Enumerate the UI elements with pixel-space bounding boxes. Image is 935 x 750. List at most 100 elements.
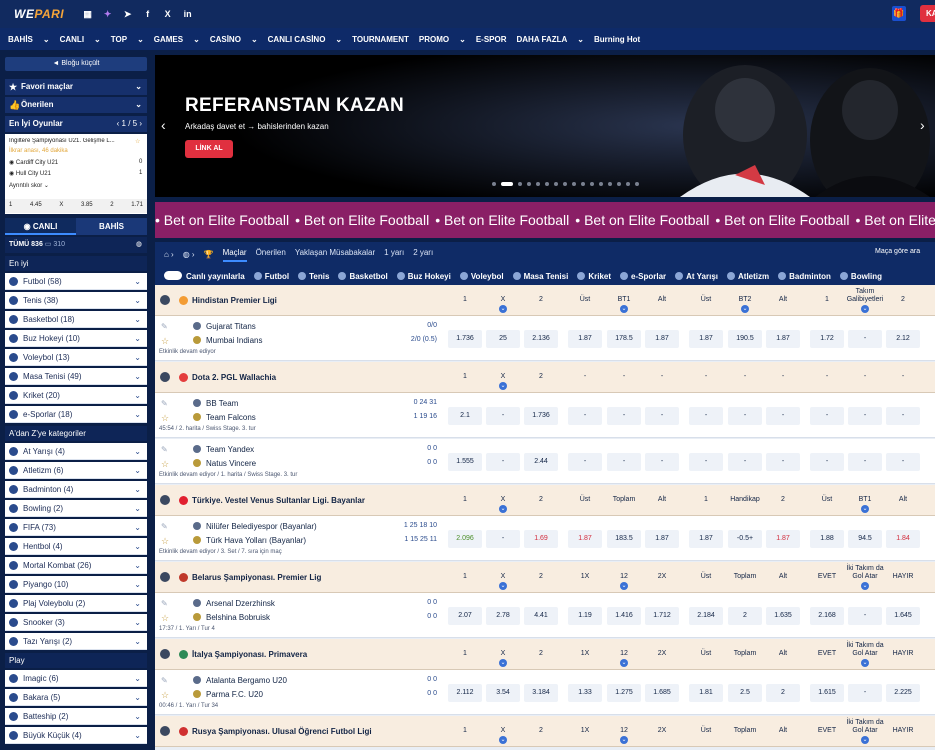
telegram-icon[interactable]: ➤ — [122, 9, 133, 20]
odd-button[interactable]: 1.84 — [886, 530, 920, 548]
pin-icon[interactable]: ✎ — [161, 676, 168, 685]
odd-button[interactable]: 1.87 — [568, 530, 602, 548]
collapse-block-button[interactable]: ◄ Bloğu küçült — [5, 57, 147, 71]
nav-item[interactable]: TOURNAMENT — [352, 35, 409, 44]
odd-button[interactable]: 1.33 — [568, 684, 602, 702]
banner-dot[interactable] — [599, 182, 603, 186]
league-header[interactable]: Türkiye. Vestel Venus Sultanlar Ligi. Ba… — [155, 485, 935, 516]
league-header[interactable]: Rusya Şampiyonası. Ulusal Öğrenci Futbol… — [155, 716, 935, 747]
odd-button[interactable]: - — [886, 407, 920, 425]
odd-button[interactable]: 1.736 — [448, 330, 482, 348]
nav-item[interactable]: CANLI CASİNO — [268, 35, 326, 44]
star-icon[interactable]: ☆ — [161, 336, 169, 347]
banner-dot[interactable] — [608, 182, 612, 186]
sport-item[interactable]: FIFA (73) ⌄ — [5, 519, 147, 536]
sort-search-input[interactable]: Maça göre ara — [875, 248, 920, 255]
register-button[interactable]: KAY — [920, 5, 935, 22]
star-icon[interactable]: ☆ — [161, 613, 169, 624]
event-row[interactable]: ✎ ☆ Team Yandex Natus Vincere 0 0 0 0 Etkinlik… — [155, 439, 935, 484]
odd-button[interactable]: - — [728, 453, 762, 471]
sport-item[interactable]: Bowling (2) ⌄ — [5, 500, 147, 517]
nav-item[interactable]: TOP — [111, 35, 127, 44]
odd-button[interactable]: 1.87 — [766, 330, 800, 348]
sport-item[interactable]: Piyango (10) ⌄ — [5, 576, 147, 593]
sport-item[interactable]: Plaj Voleybolu (2) ⌄ — [5, 595, 147, 612]
best-games-menu[interactable]: En İyi Oyunlar ‹ 1 / 5 › — [5, 116, 147, 132]
sport-item[interactable]: Büyük Küçük (4) ⌄ — [5, 727, 147, 744]
tab-bet[interactable]: BAHİS — [76, 218, 147, 235]
sport-filter[interactable]: Voleybol — [459, 271, 504, 281]
gift-icon[interactable]: 🎁 — [892, 6, 906, 21]
odd-button[interactable]: 25 — [486, 330, 520, 348]
sport-item[interactable]: Mortal Kombat (26) ⌄ — [5, 557, 147, 574]
odd-button[interactable]: 1.19 — [568, 607, 602, 625]
odd-button[interactable]: 2.225 — [886, 684, 920, 702]
banner-dot[interactable] — [626, 182, 630, 186]
odd-button[interactable]: 1.88 — [810, 530, 844, 548]
odd-button[interactable]: 2.112 — [448, 684, 482, 702]
pin-icon[interactable]: ✎ — [161, 522, 168, 531]
tab-live[interactable]: ◉ CANLI — [5, 218, 76, 235]
odd-button[interactable]: 183.5 — [607, 530, 641, 548]
odd-button[interactable]: 2.1 — [448, 407, 482, 425]
odd-button[interactable]: 1.635 — [766, 607, 800, 625]
league-header[interactable]: İtalya Şampiyonası. Primavera 1 X ⌄ 2 1X 12 ⌄ 2X… — [155, 639, 935, 670]
star-icon[interactable]: ☆ — [135, 138, 140, 145]
odd-button[interactable]: - — [848, 407, 882, 425]
odd-button[interactable]: 1.87 — [645, 330, 679, 348]
sport-item[interactable]: Snooker (3) ⌄ — [5, 614, 147, 631]
tab-4[interactable]: 2 yarı — [413, 248, 433, 262]
all-sports-row[interactable]: TÜMÜ 836 ▭ 310 ◍ — [5, 237, 147, 253]
x-twitter-icon[interactable]: X — [162, 9, 173, 20]
odd-button[interactable]: 2.184 — [689, 607, 723, 625]
nav-item[interactable]: BAHİS — [8, 35, 33, 44]
nav-item[interactable]: Burning Hot — [594, 35, 640, 44]
odd-button[interactable]: 1.87 — [689, 330, 723, 348]
featured-menu[interactable]: 👍 Önerilen ⌄ — [5, 97, 147, 113]
odd-button[interactable]: - — [728, 407, 762, 425]
nav-item[interactable]: GAMES — [154, 35, 183, 44]
star-icon[interactable]: ☆ — [161, 690, 169, 701]
odd-button[interactable]: 4.41 — [524, 607, 558, 625]
banner-dot[interactable] — [590, 182, 594, 186]
sport-item[interactable]: Tenis (38) ⌄ — [5, 292, 147, 309]
odd-button[interactable]: - — [766, 453, 800, 471]
sport-item[interactable]: Futbol (58) ⌄ — [5, 273, 147, 290]
sport-filter[interactable]: Atletizm — [727, 271, 769, 281]
odd-button[interactable]: 2 — [728, 607, 762, 625]
pin-icon[interactable]: ✎ — [161, 599, 168, 608]
sport-item[interactable]: Batteship (2) ⌄ — [5, 708, 147, 725]
favorites-menu[interactable]: ★ Favori maçlar ⌄ — [5, 79, 147, 95]
pin-icon[interactable]: ✎ — [161, 399, 168, 408]
nav-item[interactable]: DAHA FAZLA — [516, 35, 567, 44]
sport-item[interactable]: Tazı Yarışı (2) ⌄ — [5, 633, 147, 650]
facebook-icon[interactable]: f — [142, 9, 153, 20]
banner-dot[interactable] — [545, 182, 549, 186]
odd-button[interactable]: 1.736 — [524, 407, 558, 425]
tab-3[interactable]: 1 yarı — [384, 248, 404, 262]
tab-2[interactable]: Yaklaşan Müsabakalar — [295, 248, 375, 262]
odd-button[interactable]: - — [848, 453, 882, 471]
odd-button[interactable]: 2.096 — [448, 530, 482, 548]
get-link-button[interactable]: LİNK AL — [185, 140, 233, 158]
sport-item[interactable]: Kriket (20) ⌄ — [5, 387, 147, 404]
star-icon[interactable]: ☆ — [161, 459, 169, 470]
odd-button[interactable]: - — [568, 453, 602, 471]
sport-item[interactable]: Bakara (5) ⌄ — [5, 689, 147, 706]
odd-button[interactable]: - — [886, 453, 920, 471]
nav-item[interactable]: CANLI — [60, 35, 84, 44]
odd-button[interactable]: 190.5 — [728, 330, 762, 348]
odd-button[interactable]: - — [568, 407, 602, 425]
odd-button[interactable]: 3.54 — [486, 684, 520, 702]
odd-button[interactable]: 2.136 — [524, 330, 558, 348]
odd-button[interactable]: 178.5 — [607, 330, 641, 348]
odd-button[interactable]: 3.184 — [524, 684, 558, 702]
odd-button[interactable]: - — [810, 453, 844, 471]
banner-dot[interactable] — [536, 182, 540, 186]
sport-filter[interactable]: Tenis — [298, 271, 329, 281]
odd-button[interactable]: 2.12 — [886, 330, 920, 348]
promo-banner[interactable]: ‹ › REFERANSTAN KAZAN Arkadaş davet et →… — [155, 55, 935, 197]
odd-button[interactable]: 1.416 — [607, 607, 641, 625]
banner-dot[interactable] — [527, 182, 531, 186]
banner-dot[interactable] — [563, 182, 567, 186]
